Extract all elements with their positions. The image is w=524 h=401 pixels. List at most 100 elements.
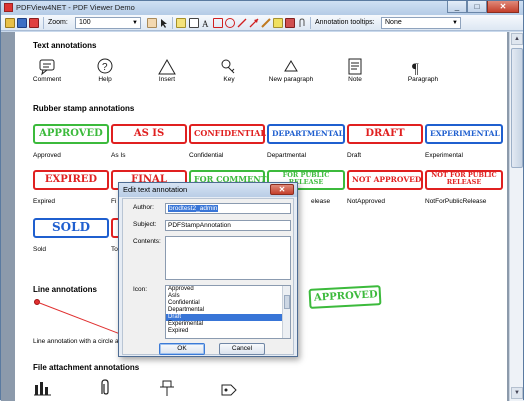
minimize-button[interactable]: _ [447,1,467,13]
contents-label: Contents: [133,238,161,245]
stamp-approved-floating[interactable]: APPROVED [308,285,382,309]
stamp-label: Experimental [425,152,463,159]
zoom-select[interactable]: 100 ▼ [75,17,141,29]
list-item-selected[interactable]: Draft [166,314,290,321]
note-tool-icon[interactable] [176,18,186,28]
close-document-icon[interactable] [29,18,39,28]
window-title: PDFView4NET - PDF Viewer Demo [16,3,135,12]
tag-icon[interactable] [219,379,239,397]
icon-label: Icon: [133,286,148,293]
new-paragraph-label: New paragraph [268,76,314,83]
stamp-label: NotForPublicRelease [425,198,487,205]
toolbar-separator [172,17,173,29]
paragraph-label: Paragraph [407,76,439,83]
title-bar: PDFView4NET - PDF Viewer Demo _ □ ✕ [1,1,523,15]
author-field[interactable]: brodtest2_admin [165,203,291,214]
ellipse-tool-icon[interactable] [225,18,235,28]
comment-tool-icon[interactable] [189,18,199,28]
text-tool-icon[interactable]: A [201,18,211,29]
svg-text:¶: ¶ [412,61,419,76]
pencil-tool-icon[interactable] [261,18,271,28]
list-item[interactable]: Experimental [166,321,290,328]
help-icon[interactable]: ? [95,58,115,76]
stamp-departmental[interactable]: DEPARTMENTAL [267,124,345,144]
insert-label: Insert [158,76,176,83]
subject-label: Subject: [133,221,157,228]
list-item[interactable]: Departmental [166,307,290,314]
zoom-value: 100 [79,19,91,26]
edit-text-annotation-dialog: Edit text annotation ✕ Author: brodtest2… [118,182,298,357]
comment-label: Comment [32,76,62,83]
scroll-up-icon[interactable]: ▲ [511,33,523,45]
dialog-close-button[interactable]: ✕ [270,184,294,195]
tooltips-label: Annotation tooltips: [315,19,375,26]
svg-text:?: ? [102,62,108,73]
attachment-tool-icon[interactable] [297,18,307,28]
contents-field[interactable] [165,236,291,280]
list-item[interactable]: Approved [166,286,290,293]
stamp-label: Sold [33,246,47,253]
stamp-label: Expired [33,198,56,205]
stamp-label: Draft [347,152,362,159]
stamp-tool-icon[interactable] [285,18,295,28]
stamp-draft[interactable]: DRAFT [347,124,423,144]
stamp-approved[interactable]: APPROVED [33,124,109,144]
line-tool-icon[interactable] [237,18,247,28]
file-attachments-title: File attachment annotations [33,363,140,372]
rectangle-tool-icon[interactable] [213,18,223,28]
insert-icon[interactable] [157,58,177,76]
toolbar: Zoom: 100 ▼ A Annotation tooltips: None … [1,15,523,31]
stamp-label: To [111,246,118,253]
listbox-scroll-thumb[interactable] [284,295,290,309]
chevron-down-icon: ▼ [452,20,458,26]
paperclip-icon[interactable] [95,379,115,397]
graph-icon[interactable] [33,379,53,397]
stamp-as-is[interactable]: AS IS [111,124,187,144]
tooltips-select[interactable]: None ▼ [381,17,461,29]
pointer-icon[interactable] [159,18,169,28]
paragraph-icon[interactable]: ¶ [407,58,427,77]
scroll-thumb[interactable] [511,48,523,168]
subject-field[interactable]: PDFStampAnnotation [165,220,291,231]
comment-icon[interactable] [37,58,57,76]
stamp-not-approved[interactable]: NOT APPROVED [347,170,423,190]
scroll-down-icon[interactable]: ▼ [511,387,523,399]
vertical-scrollbar[interactable]: ▲ ▼ [509,32,523,401]
note-label: Note [348,76,362,83]
stamp-confidential[interactable]: CONFIDENTIAL [189,124,266,144]
list-item[interactable]: Confidential [166,300,290,307]
svg-text:A: A [202,19,209,28]
stamp-experimental[interactable]: EXPERIMENTAL [425,124,503,144]
line-annotation-caption: Line annotation with a circle an [33,338,123,345]
new-paragraph-icon[interactable] [281,58,301,76]
toolbar-separator [43,17,44,29]
note-icon[interactable] [345,58,365,76]
highlight-tool-icon[interactable] [273,18,283,28]
ok-button[interactable]: OK [159,343,205,355]
text-annotations-title: Text annotations [33,41,97,50]
stamp-label: Departmental [267,152,307,159]
hand-tool-icon[interactable] [147,18,157,28]
help-label: Help [98,76,112,83]
pushpin-icon[interactable] [157,379,177,397]
rubber-stamp-title: Rubber stamp annotations [33,104,135,113]
key-icon[interactable] [219,58,239,76]
stamp-label: Fi [111,198,117,205]
maximize-button[interactable]: □ [467,1,487,13]
arrow-tool-icon[interactable] [249,18,259,28]
save-icon[interactable] [17,18,27,28]
icon-listbox[interactable]: Approved AsIs Confidential Departmental … [165,285,291,339]
stamp-sold[interactable]: SOLD [33,218,109,238]
toolbar-separator [310,17,311,29]
stamp-not-for-public-release[interactable]: NOT FOR PUBLIC RELEASE [425,170,503,190]
close-button[interactable]: ✕ [487,1,519,13]
line-annotations-title: Line annotations [33,285,97,294]
stamp-label: Confidential [189,152,224,159]
list-item[interactable]: Expired [166,328,290,335]
open-folder-icon[interactable] [5,18,15,28]
list-item[interactable]: AsIs [166,293,290,300]
listbox-scrollbar[interactable] [282,286,290,338]
stamp-expired[interactable]: EXPIRED [33,170,109,190]
cancel-button[interactable]: Cancel [219,343,265,355]
author-value: brodtest2_admin [168,205,219,212]
